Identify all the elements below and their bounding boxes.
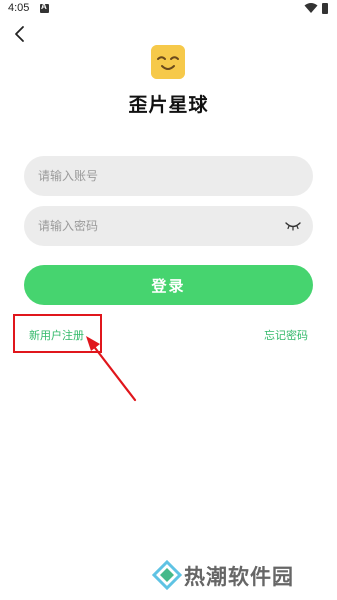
account-field[interactable]	[24, 156, 313, 196]
password-field[interactable]	[24, 206, 313, 246]
wifi-icon	[304, 3, 318, 13]
smiling-face-logo-icon	[151, 45, 185, 79]
status-time: 4:05	[8, 2, 30, 14]
login-button[interactable]: 登录	[24, 265, 313, 305]
account-input[interactable]	[38, 156, 278, 196]
status-bar: 4:05	[0, 0, 337, 18]
diamond-logo-icon	[152, 560, 182, 590]
password-input[interactable]	[38, 206, 278, 246]
watermark: 热潮软件园	[152, 558, 328, 592]
annotation-arrow-icon	[86, 336, 137, 402]
back-chevron-icon[interactable]	[10, 24, 30, 44]
forgot-password-link[interactable]: 忘记密码	[264, 327, 308, 343]
a-notification-icon	[40, 2, 49, 13]
app-title: 歪片星球	[128, 94, 209, 116]
battery-icon	[322, 3, 328, 14]
watermark-text: 热潮软件园	[184, 565, 294, 589]
eye-closed-icon[interactable]	[285, 219, 301, 231]
